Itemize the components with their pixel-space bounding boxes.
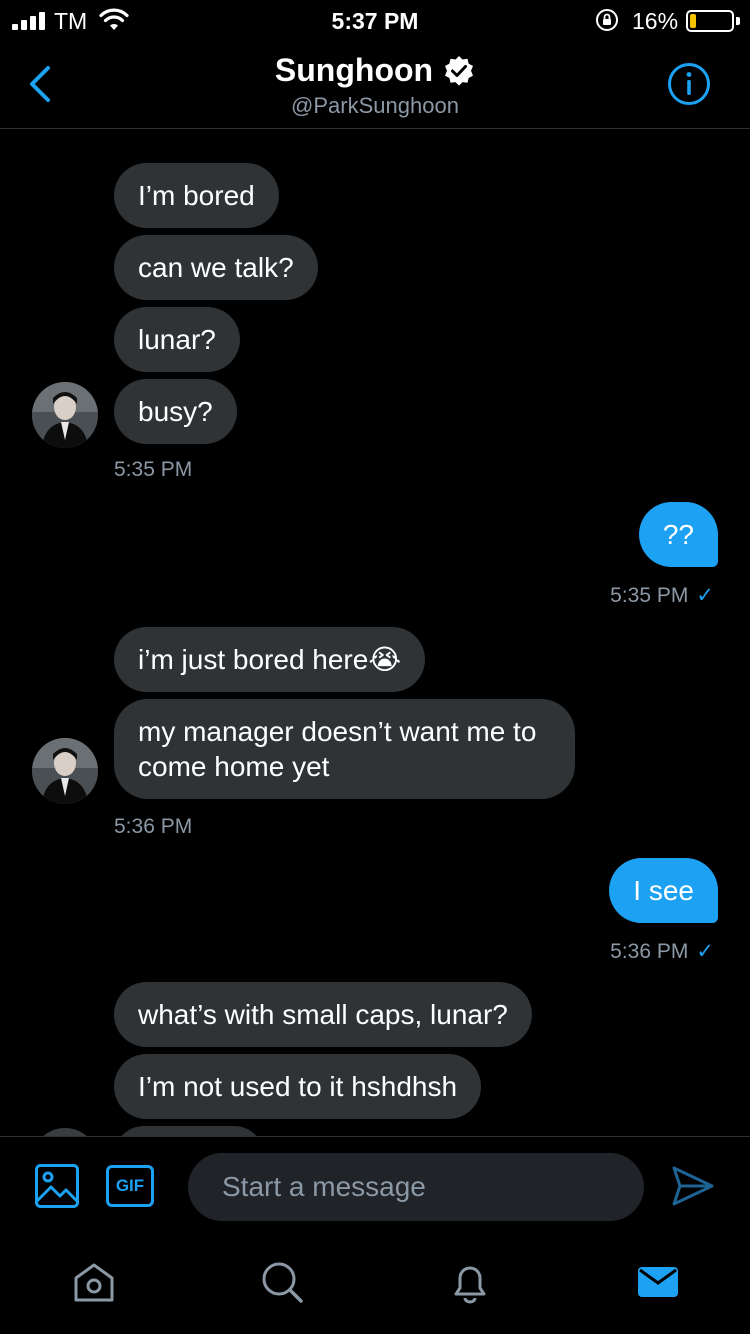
avatar[interactable] [32,738,98,804]
sent-check-icon: ✓ [696,584,714,607]
message-bubble-incoming[interactable]: my manager doesn’t want me to come home … [114,699,575,799]
message-thread[interactable]: I’m bored can we talk? lunar? busy? 5:35… [0,130,750,1136]
message-timestamp: 5:36 PM [114,815,193,838]
message-bubble-incoming[interactable]: what’s with small caps, lunar? [114,982,532,1047]
orientation-lock-icon [596,9,618,31]
send-icon[interactable] [670,1163,716,1209]
message-bubble-incoming[interactable]: I’m bored [114,163,279,228]
message-bubble-incoming[interactable]: can we talk? [114,235,318,300]
message-timestamp: 5:36 PM ✓ [610,939,714,964]
avatar[interactable] [32,1128,98,1136]
image-icon[interactable] [34,1163,80,1209]
message-timestamp: 5:35 PM [114,458,193,481]
avatar[interactable] [32,382,98,448]
message-composer: GIF [0,1136,750,1240]
avatar-photo [32,738,98,804]
gif-label: GIF [115,1176,145,1195]
bottom-tab-bar [0,1240,750,1334]
message-bubble-incoming[interactable]: lunar? [114,307,240,372]
message-bubble-incoming[interactable]: I’m not used to it hshdhsh [114,1054,482,1119]
home-icon[interactable] [72,1260,116,1304]
info-icon [668,63,710,105]
info-button[interactable] [667,62,711,106]
gif-icon[interactable]: GIF [106,1165,154,1207]
search-icon[interactable] [260,1260,304,1304]
message-bubble-outgoing[interactable]: I see [609,858,718,923]
message-timestamp: 5:35 PM ✓ [610,583,714,608]
message-bubble-incoming-partial[interactable] [114,1126,264,1136]
message-bubble-incoming[interactable]: i’m just bored here😭 [114,627,426,692]
verified-badge-icon [445,55,474,86]
timestamp-text: 5:35 PM [610,584,689,607]
contact-handle: @ParkSunghoon [291,93,459,118]
status-bar: TM 5:37 PM 16% [0,0,750,40]
conversation-header: Sunghoon @ParkSunghoon [0,40,750,129]
avatar-photo [32,382,98,448]
sent-check-icon: ✓ [696,940,714,963]
battery-tip [736,17,740,25]
message-bubble-incoming[interactable]: busy? [114,379,237,444]
notifications-bell-icon[interactable] [448,1260,492,1304]
message-input[interactable] [188,1153,644,1221]
battery-icon [686,10,734,32]
timestamp-text: 5:36 PM [610,940,689,963]
message-bubble-outgoing[interactable]: ?? [638,502,718,567]
contact-name: Sunghoon [274,52,434,88]
battery-percent: 16% [632,8,679,34]
messages-mail-icon[interactable] [636,1260,680,1304]
battery-level [690,14,697,28]
conversation-title[interactable]: Sunghoon @ParkSunghoon [0,52,750,119]
